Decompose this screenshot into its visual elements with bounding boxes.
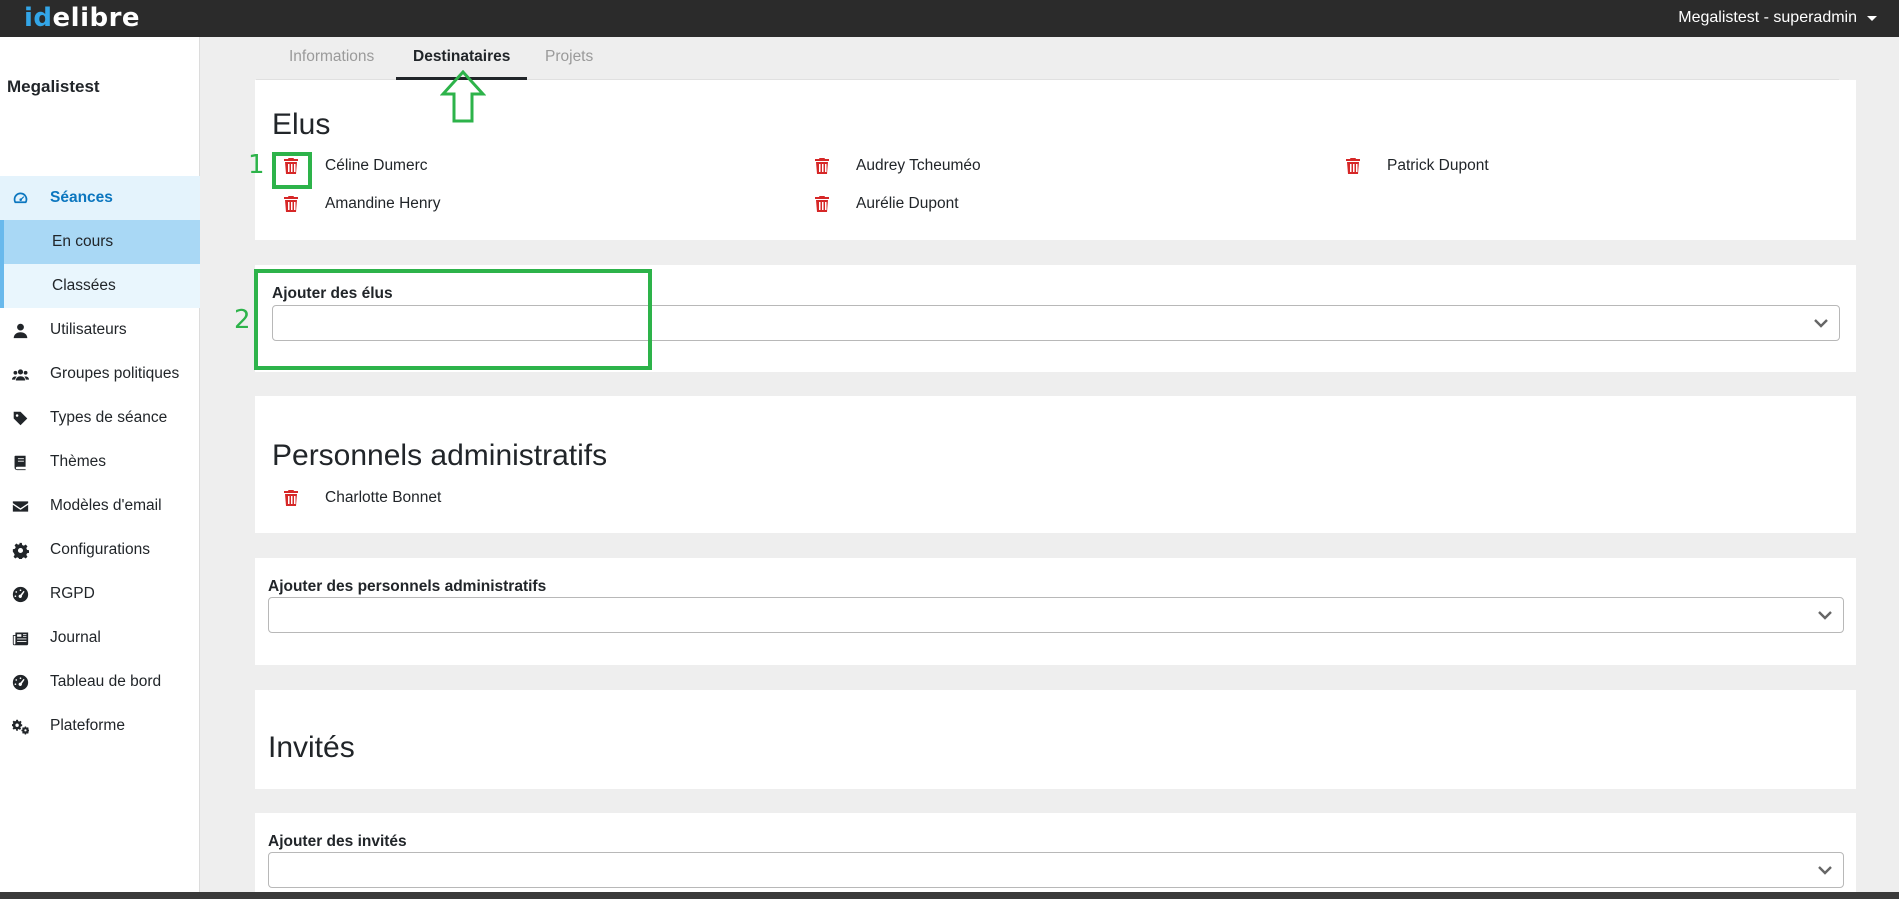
- sidebar-subitem-en-cours[interactable]: En cours: [0, 220, 200, 264]
- sidebar-item-label: Configurations: [50, 541, 150, 558]
- caret-down-icon: [1867, 15, 1877, 21]
- book-icon: [10, 452, 30, 472]
- person-name: Charlotte Bonnet: [325, 489, 442, 506]
- list-item: Patrick Dupont: [1345, 157, 1489, 175]
- sidebar-item-configurations[interactable]: Configurations: [0, 528, 200, 572]
- annotation-number-1: 1: [248, 150, 265, 180]
- sidebar: Megalistest Séances En cours Classées Ut…: [0, 37, 200, 892]
- tab-projets[interactable]: Projets: [545, 48, 593, 66]
- gears-icon: [10, 716, 30, 736]
- sidebar-item-label: En cours: [52, 233, 114, 250]
- idelibre-logo[interactable]: idelibre: [24, 3, 140, 33]
- sidebar-item-label: Modèles d'email: [50, 497, 162, 514]
- sidebar-item-label: Plateforme: [50, 717, 125, 734]
- trash-icon[interactable]: [283, 195, 299, 213]
- gauge-icon: [10, 584, 30, 604]
- sidebar-item-utilisateurs[interactable]: Utilisateurs: [0, 308, 200, 352]
- add-personnels-select[interactable]: [268, 597, 1844, 633]
- sidebar-item-label: Séances: [50, 189, 113, 206]
- list-item: Aurélie Dupont: [814, 195, 959, 213]
- add-invites-label: Ajouter des invités: [268, 833, 407, 850]
- dashboard-icon: [10, 188, 30, 208]
- sidebar-item-groupes-politiques[interactable]: Groupes politiques: [0, 352, 200, 396]
- envelope-icon: [10, 496, 30, 516]
- logo-rest-part: elibre: [52, 3, 141, 33]
- list-item: Charlotte Bonnet: [283, 489, 441, 507]
- sidebar-item-label: Tableau de bord: [50, 673, 162, 690]
- sidebar-item-label: Groupes politiques: [50, 365, 180, 382]
- elus-title: Elus: [272, 108, 331, 141]
- list-item: Amandine Henry: [283, 195, 440, 213]
- bottom-window-strip: [0, 892, 1899, 899]
- tag-icon: [10, 408, 30, 428]
- sidebar-item-label: RGPD: [50, 585, 95, 602]
- annotation-arrow-up-icon: [440, 70, 486, 123]
- chevron-down-icon: [1816, 606, 1834, 624]
- user-menu-label: Megalistest - superadmin: [1678, 9, 1857, 26]
- add-personnels-label: Ajouter des personnels administratifs: [268, 578, 547, 595]
- tab-informations[interactable]: Informations: [289, 48, 374, 66]
- person-name: Patrick Dupont: [1387, 157, 1489, 174]
- sidebar-item-label: Journal: [50, 629, 101, 646]
- trash-icon[interactable]: [283, 489, 299, 507]
- sidebar-item-journal[interactable]: Journal: [0, 616, 200, 660]
- tab-destinataires[interactable]: Destinataires: [413, 48, 510, 66]
- sidebar-item-modeles-email[interactable]: Modèles d'email: [0, 484, 200, 528]
- invites-title: Invités: [268, 731, 355, 764]
- annotation-box-2: [254, 269, 652, 370]
- sidebar-item-themes[interactable]: Thèmes: [0, 440, 200, 484]
- annotation-number-2: 2: [234, 305, 251, 335]
- sidebar-item-label: Types de séance: [50, 409, 168, 426]
- annotation-box-1: [272, 152, 312, 189]
- invites-card: [255, 690, 1856, 789]
- gauge-icon: [10, 672, 30, 692]
- trash-icon[interactable]: [1345, 157, 1361, 175]
- add-invites-select[interactable]: [268, 852, 1844, 888]
- person-name: Aurélie Dupont: [856, 195, 959, 212]
- sidebar-item-types-de-seance[interactable]: Types de séance: [0, 396, 200, 440]
- sidebar-item-label: Thèmes: [50, 453, 106, 470]
- organization-name: Megalistest: [7, 77, 100, 96]
- elus-card: [255, 80, 1856, 240]
- gear-icon: [10, 540, 30, 560]
- sidebar-item-plateforme[interactable]: Plateforme: [0, 704, 200, 748]
- personnels-title: Personnels administratifs: [272, 439, 608, 472]
- chevron-down-icon: [1812, 314, 1830, 332]
- person-name: Céline Dumerc: [325, 157, 428, 174]
- chevron-down-icon: [1816, 861, 1834, 879]
- users-icon: [10, 364, 30, 384]
- newspaper-icon: [10, 628, 30, 648]
- sidebar-item-label: Classées: [52, 277, 116, 294]
- user-icon: [10, 320, 30, 340]
- sidebar-item-tableau-de-bord[interactable]: Tableau de bord: [0, 660, 200, 704]
- person-name: Audrey Tcheuméo: [856, 157, 981, 174]
- user-menu-dropdown[interactable]: Megalistest - superadmin: [1678, 9, 1877, 27]
- list-item: Audrey Tcheuméo: [814, 157, 981, 175]
- trash-icon[interactable]: [814, 195, 830, 213]
- person-name: Amandine Henry: [325, 195, 441, 212]
- sidebar-subitem-classees[interactable]: Classées: [0, 264, 200, 308]
- top-navbar: idelibre Megalistest - superadmin: [0, 0, 1899, 37]
- sidebar-item-label: Utilisateurs: [50, 321, 127, 338]
- sidebar-item-rgpd[interactable]: RGPD: [0, 572, 200, 616]
- trash-icon[interactable]: [814, 157, 830, 175]
- logo-id-part: id: [24, 3, 53, 33]
- sidebar-item-seances[interactable]: Séances: [0, 176, 200, 220]
